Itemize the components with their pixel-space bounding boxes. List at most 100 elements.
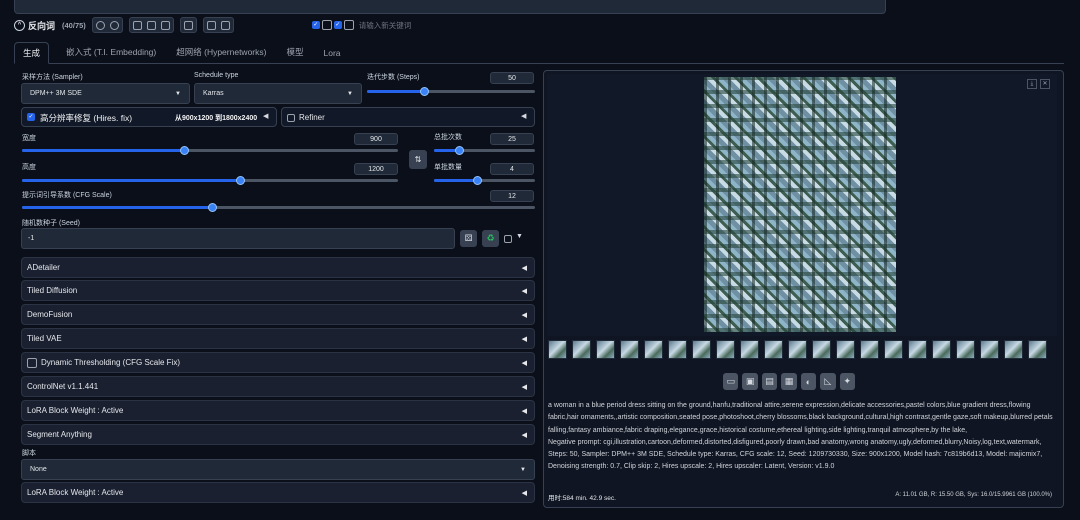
close-icon[interactable]: ✕ xyxy=(1040,79,1050,89)
thumbnail-image[interactable] xyxy=(956,339,975,359)
copy-icon[interactable] xyxy=(132,20,142,30)
negative-prompt-box[interactable] xyxy=(14,0,886,14)
keyword-input[interactable]: 请输入新关键词 xyxy=(359,20,412,31)
thumbnail-image[interactable] xyxy=(740,339,759,359)
tab-embedding[interactable]: 嵌入式 (T.I. Embedding) xyxy=(63,46,159,63)
thumbnail-image[interactable] xyxy=(1004,339,1023,359)
thumbnail-image[interactable] xyxy=(596,339,615,359)
info-negative-prompt: Negative prompt: cgi,illustration,cartoo… xyxy=(548,438,1042,446)
accordion-lora-block-weight[interactable]: LoRA Block Weight : Active ◀ xyxy=(21,400,535,421)
thumbnail-image[interactable] xyxy=(716,339,735,359)
thumbnail-image[interactable] xyxy=(692,339,711,359)
accordion-lora-block-weight-2[interactable]: LoRA Block Weight : Active ◀ xyxy=(21,482,535,503)
steps-input[interactable]: 50 xyxy=(490,72,534,84)
trash-icon[interactable] xyxy=(220,20,230,30)
thumbnail-image[interactable] xyxy=(812,339,831,359)
zip-icon[interactable]: ▤ xyxy=(761,373,778,390)
slider-knob[interactable] xyxy=(455,146,465,155)
dynamic-thresholding-checkbox[interactable] xyxy=(27,357,37,368)
negative-prompt-title[interactable]: ^ 反向词 (40/75) xyxy=(14,19,86,32)
tab-hypernetworks[interactable]: 超网络 (Hypernetworks) xyxy=(173,46,269,63)
tab-lora[interactable]: Lora xyxy=(320,48,343,63)
thumbnail-image[interactable] xyxy=(548,339,567,359)
refiner-panel: Refiner ◀ xyxy=(281,107,535,127)
height-input[interactable]: 1200 xyxy=(354,163,398,175)
height-slider[interactable] xyxy=(22,176,398,185)
cfg-input[interactable]: 12 xyxy=(490,190,534,202)
batch-count-slider[interactable] xyxy=(434,146,535,155)
hires-checkbox[interactable]: ✓ xyxy=(27,113,35,121)
thumbnail-image[interactable] xyxy=(764,339,783,359)
folder-icon[interactable]: ▭ xyxy=(723,373,739,390)
sampler-select[interactable]: DPM++ 3M SDE ▼ xyxy=(21,83,190,104)
accordion-segment-anything[interactable]: Segment Anything ◀ xyxy=(21,424,535,445)
thumbnail-image[interactable] xyxy=(788,339,807,359)
schedule-select[interactable]: Karras ▼ xyxy=(194,83,362,104)
thumbnail-image[interactable] xyxy=(980,339,999,359)
thumbnail-image[interactable] xyxy=(836,339,855,359)
save-icon[interactable]: ▣ xyxy=(742,373,758,390)
generated-image-grid[interactable] xyxy=(704,77,896,332)
collapse-icon: ◀ xyxy=(521,311,527,319)
main-tabs: 生成 嵌入式 (T.I. Embedding) 超网络 (Hypernetwor… xyxy=(14,42,1064,64)
slider-knob[interactable] xyxy=(179,146,189,155)
send-to-inpaint-icon[interactable]: ◐ xyxy=(800,373,817,390)
hires-collapse-icon[interactable]: ◀ xyxy=(263,112,268,120)
accordion-demofusion[interactable]: DemoFusion ◀ xyxy=(21,304,535,325)
script-select[interactable]: None ▼ xyxy=(21,459,535,480)
extra-seed-checkbox[interactable] xyxy=(504,235,512,243)
export-icon[interactable] xyxy=(160,20,170,30)
batch-count-input[interactable]: 25 xyxy=(490,133,534,145)
thumbnail-image[interactable] xyxy=(884,339,903,359)
thumbnail-image[interactable] xyxy=(1028,339,1047,359)
dice-icon[interactable]: ⚄ xyxy=(460,230,477,247)
thumbnail-image[interactable] xyxy=(620,339,639,359)
tab-generate[interactable]: 生成 xyxy=(14,42,50,64)
thumbnail-image[interactable] xyxy=(644,339,663,359)
accordion-controlnet[interactable]: ControlNet v1.1.441 ◀ xyxy=(21,376,535,397)
checkbox-icon[interactable]: ✓ xyxy=(311,21,320,29)
send-to-extras-icon[interactable]: ◺ xyxy=(820,373,836,390)
seed-input[interactable]: -1 xyxy=(21,228,455,249)
extra-seed-toggle-icon[interactable]: ▼ xyxy=(516,233,523,240)
width-input[interactable]: 900 xyxy=(354,133,398,145)
thumbnail-image[interactable] xyxy=(908,339,927,359)
slider-knob[interactable] xyxy=(207,203,217,212)
download-icon[interactable]: ⤓ xyxy=(1027,79,1037,89)
script-value: None xyxy=(30,466,47,473)
script-label: 脚本 xyxy=(22,450,36,457)
slider-knob[interactable] xyxy=(420,87,430,96)
batch-size-input[interactable]: 4 xyxy=(490,163,534,175)
accordion-tiled-vae[interactable]: Tiled VAE ◀ xyxy=(21,328,535,349)
recycle-icon[interactable]: ♻ xyxy=(482,230,499,247)
send-to-img2img-icon[interactable]: ▦ xyxy=(781,373,797,390)
batch-size-slider[interactable] xyxy=(434,176,535,185)
sparkle-icon[interactable]: ✦ xyxy=(839,373,855,390)
thumbnail-image[interactable] xyxy=(572,339,591,359)
slider-knob[interactable] xyxy=(236,176,246,185)
settings-icon[interactable] xyxy=(109,20,119,30)
thumbnail-image[interactable] xyxy=(860,339,879,359)
steps-slider[interactable] xyxy=(367,87,535,96)
checkbox-icon-2[interactable]: ✓ xyxy=(333,21,342,29)
accordion-tiled-diffusion[interactable]: Tiled Diffusion ◀ xyxy=(21,280,535,301)
swap-dimensions-button[interactable]: ⇅ xyxy=(409,150,427,169)
toolbar-group-1 xyxy=(91,17,123,33)
clock-icon[interactable] xyxy=(321,20,332,30)
tab-model[interactable]: 模型 xyxy=(283,46,306,63)
width-slider[interactable] xyxy=(22,146,398,155)
image-icon[interactable] xyxy=(183,20,193,30)
paste-icon[interactable] xyxy=(146,20,156,30)
accordion-label: Dynamic Thresholding (CFG Scale Fix) xyxy=(41,358,181,367)
accordion-dynamic-thresholding[interactable]: Dynamic Thresholding (CFG Scale Fix) ◀ xyxy=(21,352,535,373)
refiner-collapse-icon[interactable]: ◀ xyxy=(521,112,526,120)
globe-icon[interactable] xyxy=(95,20,105,30)
square-icon[interactable] xyxy=(343,20,354,30)
slider-knob[interactable] xyxy=(473,176,483,185)
thumbnail-image[interactable] xyxy=(668,339,687,359)
undo-icon[interactable] xyxy=(206,20,216,30)
cfg-slider[interactable] xyxy=(22,203,535,212)
accordion-adetailer[interactable]: ADetailer ◀ xyxy=(21,257,535,278)
thumbnail-image[interactable] xyxy=(932,339,951,359)
refiner-checkbox[interactable] xyxy=(287,114,295,122)
